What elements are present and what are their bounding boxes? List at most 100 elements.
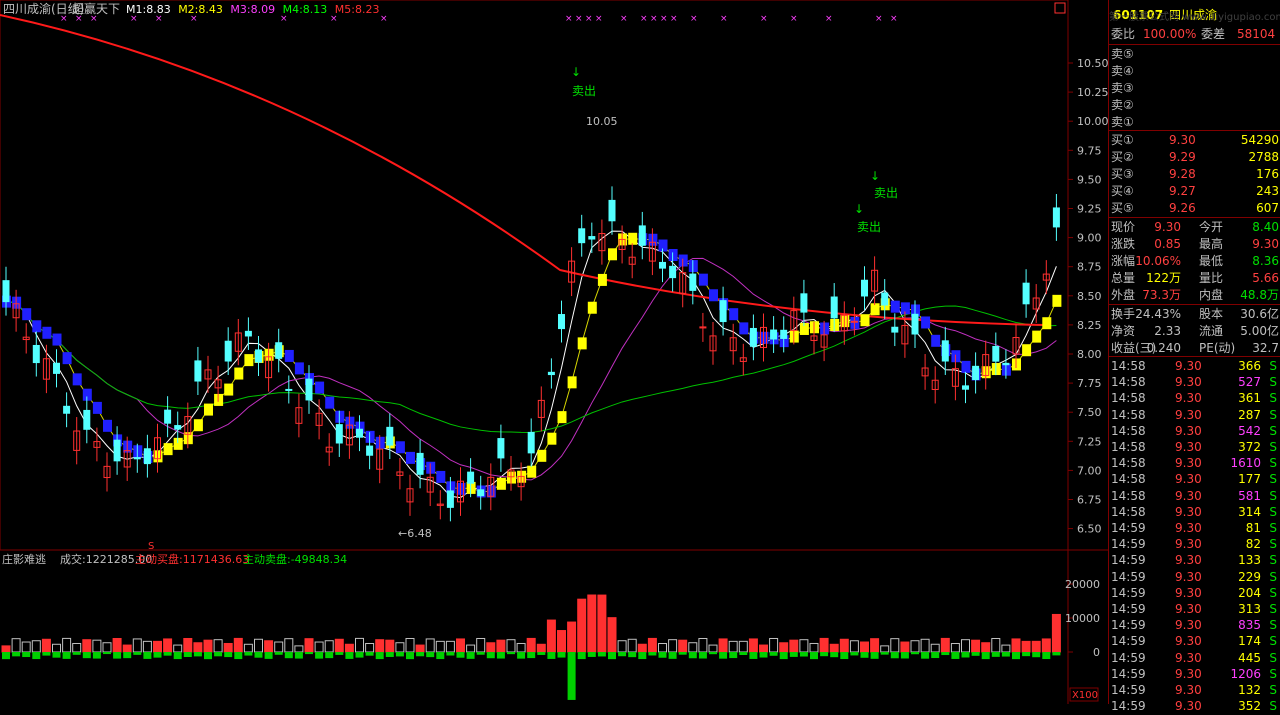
tick-volume: 287 — [1238, 407, 1261, 422]
volume-neg-bar — [153, 652, 162, 658]
tick-volume: 372 — [1238, 440, 1261, 454]
tick-volume: 581 — [1238, 488, 1261, 503]
separator — [1109, 304, 1280, 305]
volume-bar — [658, 643, 667, 653]
candle-body — [527, 431, 535, 454]
signal-x-mark: × — [670, 14, 678, 24]
commission-diff-label: 委差 — [1201, 27, 1226, 41]
candle-body — [800, 293, 808, 313]
volume-bar — [829, 643, 839, 653]
sell-arrow-icon: ↓ — [854, 202, 864, 216]
trend-band-block — [72, 373, 82, 386]
tick-volume: 82 — [1245, 537, 1261, 552]
volume-bar — [112, 637, 122, 653]
commission-ratio-value: 100.00% — [1143, 27, 1197, 41]
candle-body — [881, 292, 889, 306]
trend-band-block — [1042, 317, 1052, 330]
volume-bar — [981, 642, 991, 653]
volume-bar — [627, 638, 637, 653]
volume-neg-bar — [951, 652, 960, 659]
tick-price: 9.30 — [1175, 521, 1202, 535]
ma-legend-item: M3:8.09 — [230, 3, 275, 16]
volume-bar — [567, 621, 577, 653]
volume-bar — [435, 640, 445, 653]
trend-band-block — [961, 360, 971, 373]
candle-body — [255, 349, 262, 363]
volume-neg-bar — [355, 652, 364, 658]
volume-bar — [718, 638, 728, 653]
trend-band-block — [284, 349, 294, 362]
candle-body — [224, 340, 232, 362]
volume-bar — [516, 642, 526, 653]
trend-band-block — [860, 314, 870, 327]
tick-time: 14:59 — [1111, 666, 1146, 681]
price-tick-label: 8.25 — [1077, 319, 1102, 332]
tick-price: 9.30 — [1175, 585, 1202, 600]
stat-label: 流通 — [1199, 324, 1224, 338]
volume-neg-bar — [678, 652, 687, 655]
stat-row: 净资 2.33 流通 5.00亿 — [1109, 323, 1280, 340]
volume-bar — [597, 594, 607, 653]
volume-bar — [486, 642, 496, 653]
volume-neg-bar — [274, 652, 283, 655]
kline-chart-area[interactable]: 10.50 10.25 10.00 9.75 9.50 9.25 9.00 8.75 8.50 8… — [0, 0, 1109, 704]
volume-neg-bar — [103, 652, 111, 655]
candle-body — [335, 424, 343, 444]
volume-bar — [930, 643, 940, 653]
tick-volume: 366 — [1238, 359, 1261, 373]
tick-price: 9.30 — [1175, 537, 1202, 552]
volume-bar — [193, 642, 203, 653]
trend-band-block — [496, 477, 506, 490]
stat-label: 总量 — [1111, 271, 1136, 285]
volume-neg-bar — [42, 652, 51, 656]
tick-side: S — [1269, 683, 1277, 697]
low-price-label: ←6.48 — [398, 527, 432, 540]
signal-x-mark: × — [825, 14, 833, 24]
trend-band-block — [62, 352, 72, 365]
volume-bar — [284, 638, 294, 653]
tick-price: 9.30 — [1175, 488, 1202, 503]
tick-price: 9.30 — [1175, 666, 1202, 681]
trend-band-block — [729, 308, 739, 321]
tick-side: S — [1269, 602, 1277, 616]
ma-legend-item: M4:8.13 — [283, 3, 328, 16]
volume-neg-bar — [507, 652, 515, 655]
tick-price: 9.30 — [1175, 553, 1202, 568]
trend-band-block — [870, 303, 880, 316]
buy-level-volume: 607 — [1256, 201, 1279, 215]
volume-axis: 20000 10000 0 — [1065, 578, 1100, 659]
volume-neg-bar — [820, 652, 829, 657]
volume-bar — [1031, 640, 1041, 653]
ma-line-long — [0, 14, 1046, 326]
volume-neg-bar — [668, 652, 677, 659]
signal-x-mark: × — [575, 14, 583, 24]
tick-time: 14:59 — [1111, 602, 1146, 616]
tick-row: 14:59 9.30 445 S — [1109, 650, 1280, 667]
volume-neg-bar — [113, 652, 122, 659]
volume-neg-bar — [941, 652, 950, 656]
volume-bar — [900, 641, 910, 653]
volume-neg-bar — [335, 652, 344, 655]
candle-body — [588, 236, 596, 240]
buy-level-volume: 2788 — [1248, 150, 1279, 164]
tick-time: 14:58 — [1111, 375, 1146, 390]
trend-band-block — [577, 337, 587, 350]
candle-body — [416, 452, 424, 475]
volume-bar — [708, 644, 718, 653]
tick-row: 14:58 9.30 287 S — [1109, 407, 1280, 424]
tick-side: S — [1269, 537, 1277, 552]
price-tick-label: 8.50 — [1077, 290, 1102, 303]
candle-body — [830, 296, 838, 319]
tick-volume: 314 — [1238, 504, 1261, 519]
volume-bar — [819, 637, 829, 653]
candle-body — [164, 409, 172, 424]
volume-neg-bar — [375, 652, 384, 660]
buy-level-price: 9.28 — [1169, 167, 1196, 181]
trend-band-block — [22, 308, 32, 321]
volume-bar — [1011, 638, 1021, 653]
kline-svg[interactable]: 10.50 10.25 10.00 9.75 9.50 9.25 9.00 8.75 8.50 8… — [0, 0, 1109, 704]
restore-window-icon[interactable] — [1054, 2, 1066, 14]
stat-label: 最高 — [1199, 237, 1224, 251]
stat-row: 总量 122万 量比 5.66 — [1109, 270, 1280, 287]
candle-body — [467, 471, 475, 484]
